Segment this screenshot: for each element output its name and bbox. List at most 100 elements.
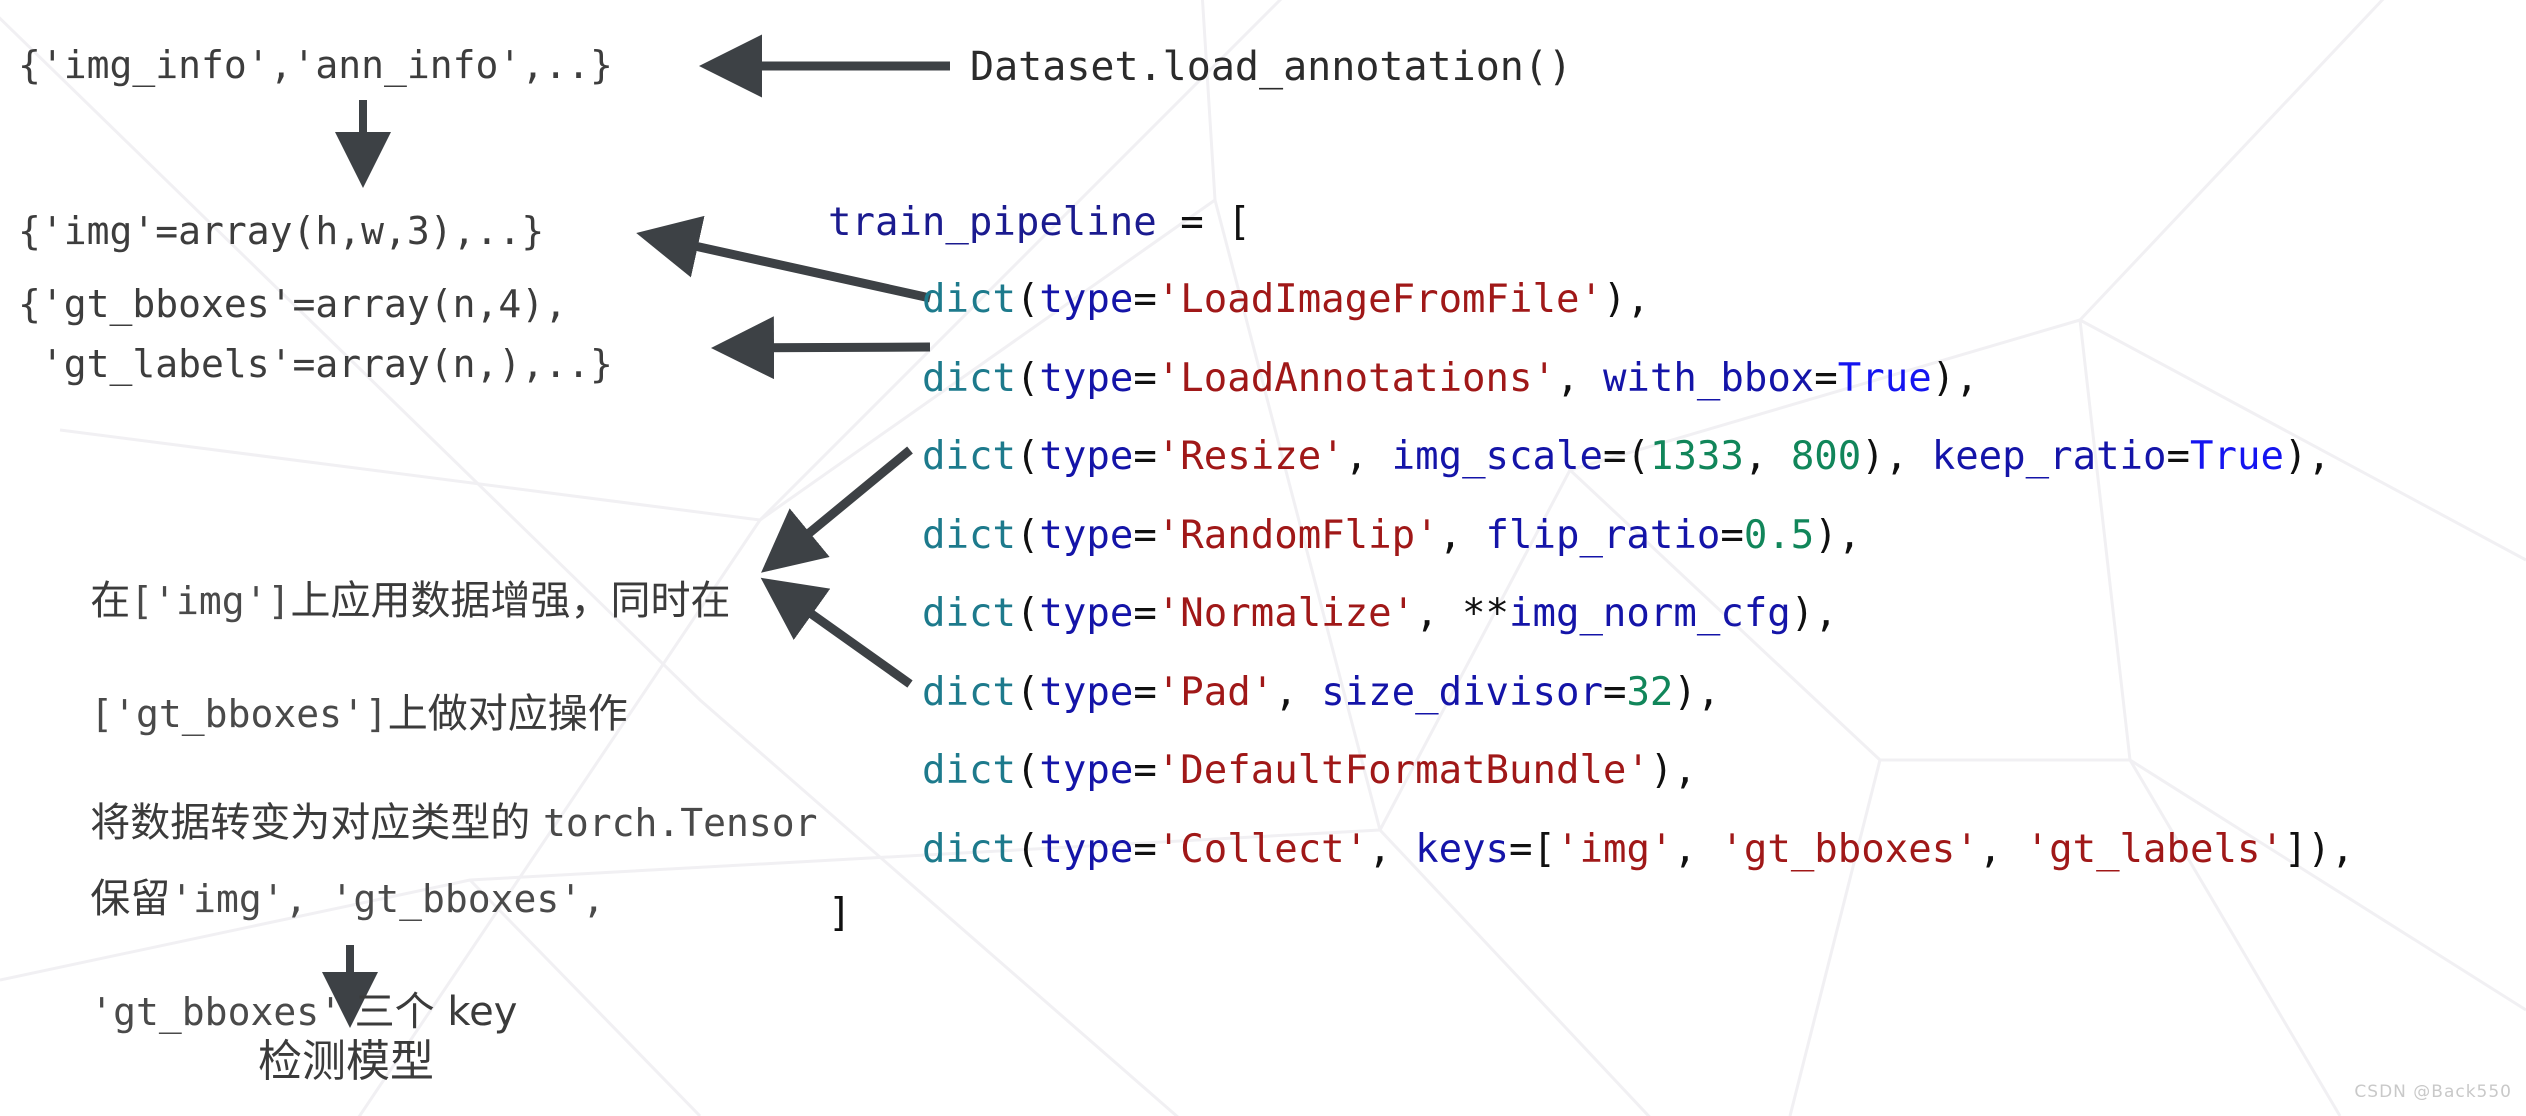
arg-token: , — [1555, 355, 1603, 401]
open-paren: ( — [1015, 355, 1040, 401]
arg-token: = — [1133, 826, 1157, 872]
node-gt-bboxes-array: {'gt_bboxes'=array(n,4), — [18, 282, 568, 326]
dict-keyword: dict — [922, 434, 1016, 479]
node-gt-labels-array: 'gt_labels'=array(n,),..} — [18, 342, 613, 386]
train-pipeline-variable: train_pipeline — [828, 200, 1157, 245]
open-paren: ( — [1015, 591, 1040, 636]
close-paren: ), — [2283, 434, 2331, 479]
arg-token: type — [1039, 748, 1134, 793]
arg-token: = — [1133, 512, 1157, 558]
node-img-ann-info: {'img_info','ann_info',..} — [18, 43, 613, 87]
open-paren: ( — [1015, 512, 1040, 558]
arg-token: 'LoadImageFromFile' — [1156, 277, 1603, 322]
train-pipeline-equals: = — [1156, 200, 1228, 245]
pipeline-entry: dict(type='Collect', keys=['img', 'gt_bb… — [922, 830, 2354, 869]
arg-token: ] — [2283, 826, 2308, 872]
close-paren: ), — [1602, 277, 1650, 322]
arg-token: 'Resize' — [1156, 434, 1345, 479]
arg-token: = — [1133, 748, 1157, 793]
arg-token: 'DefaultFormatBundle' — [1156, 748, 1650, 793]
arg-token: type — [1039, 591, 1134, 636]
arg-token: flip_ratio — [1485, 512, 1721, 558]
arg-token: , — [1368, 826, 1416, 872]
arg-token: , — [1274, 669, 1322, 715]
close-paren: ), — [1790, 591, 1838, 636]
arg-token: 'gt_bboxes' — [1720, 826, 1979, 872]
arg-token: img_norm_cfg — [1509, 591, 1791, 636]
node-img-array: {'img'=array(h,w,3),..} — [18, 209, 545, 253]
arg-token: 'Normalize' — [1156, 591, 1416, 636]
pipeline-entry: dict(type='RandomFlip', flip_ratio=0.5), — [922, 516, 1861, 555]
arg-token: keep_ratio — [1931, 434, 2167, 479]
dict-keyword: dict — [922, 748, 1016, 793]
pipeline-entry: dict(type='DefaultFormatBundle'), — [922, 751, 1697, 790]
arg-token: , — [1438, 512, 1486, 558]
arg-token: 'Pad' — [1156, 669, 1275, 715]
open-paren: ( — [1015, 669, 1040, 715]
arg-token: =( — [1602, 434, 1650, 479]
pipeline-entry: dict(type='LoadImageFromFile'), — [922, 280, 1650, 319]
arg-token: 800 — [1790, 434, 1862, 479]
arg-token: 'gt_labels' — [2025, 826, 2284, 872]
arg-token: =[ — [1509, 826, 1556, 872]
arg-token: , — [1978, 826, 2026, 872]
arg-token: size_divisor — [1321, 669, 1603, 715]
arg-token: , — [1673, 826, 1721, 872]
train-pipeline-open-bracket: [ — [1227, 200, 1251, 245]
note-augmentation-gtbboxes-key: ['gt_bboxes'] — [90, 692, 388, 737]
arg-token: ), — [1861, 434, 1932, 479]
arg-token: type — [1039, 512, 1134, 558]
pipeline-entry: dict(type='Normalize', **img_norm_cfg), — [922, 594, 1838, 633]
train-pipeline-declaration: train_pipeline = [ — [828, 203, 1251, 242]
close-paren: ), — [1931, 355, 1979, 401]
note-keep-keys-line1: 'img', 'gt_bboxes', — [170, 876, 605, 921]
arg-token: 'img' — [1556, 826, 1674, 872]
arg-token: = — [1814, 355, 1838, 401]
close-paren: ), — [1673, 669, 1721, 715]
open-paren: ( — [1015, 826, 1040, 872]
note-augmentation-line1-suffix: 上应用数据增强，同时在 — [290, 577, 731, 624]
dataset-load-annotation-label: Dataset.load_annotation() — [970, 44, 1573, 90]
arg-token: , — [1344, 434, 1392, 479]
arg-token: , — [1743, 434, 1791, 479]
arg-token: 1333 — [1649, 434, 1744, 479]
arg-token: = — [1133, 434, 1157, 479]
note-augmentation-img-key: ['img'] — [130, 578, 291, 623]
pipeline-entry: dict(type='LoadAnnotations', with_bbox=T… — [922, 359, 1979, 398]
arg-token: = — [1133, 591, 1157, 636]
note-augmentation-line1-prefix: 在 — [90, 577, 131, 624]
arg-token: type — [1039, 669, 1134, 715]
pipeline-entry: dict(type='Pad', size_divisor=32), — [922, 673, 1720, 712]
dict-keyword: dict — [922, 355, 1016, 401]
dict-keyword: dict — [922, 669, 1016, 715]
open-paren: ( — [1015, 277, 1040, 322]
arg-token: type — [1039, 434, 1134, 479]
arg-token: True — [2190, 434, 2284, 479]
arg-token: 'RandomFlip' — [1156, 512, 1439, 558]
close-paren: ), — [1649, 748, 1697, 793]
arg-token: , ** — [1415, 591, 1510, 636]
dict-keyword: dict — [922, 512, 1016, 558]
open-paren: ( — [1015, 748, 1040, 793]
open-paren: ( — [1015, 434, 1040, 479]
train-pipeline-close-bracket: ] — [828, 891, 852, 936]
arg-token: = — [1133, 355, 1157, 401]
arg-token: = — [1133, 669, 1157, 715]
close-paren: ), — [2307, 826, 2355, 872]
arg-token: with_bbox — [1602, 355, 1815, 401]
dict-keyword: dict — [922, 591, 1016, 636]
close-paren: ), — [1814, 512, 1862, 558]
arg-token: 'Collect' — [1156, 826, 1369, 872]
note-keep-count: 三个 key — [341, 989, 518, 1036]
node-detection-model: 检测模型 — [258, 1036, 434, 1087]
csdn-watermark: CSDN @Back550 — [2354, 1082, 2512, 1102]
arg-token: = — [2166, 434, 2191, 479]
arg-token: type — [1039, 355, 1134, 401]
note-keep-prefix: 保留 — [90, 875, 171, 922]
arg-token: = — [1720, 512, 1744, 558]
content-layer: {'img_info','ann_info',..} {'img'=array(… — [0, 0, 2526, 1116]
arg-token: 'LoadAnnotations' — [1156, 355, 1556, 401]
arg-token: 0.5 — [1743, 512, 1815, 558]
arg-token: = — [1602, 669, 1627, 715]
note-keep-keys-line2: 'gt_bboxes' — [90, 990, 342, 1035]
